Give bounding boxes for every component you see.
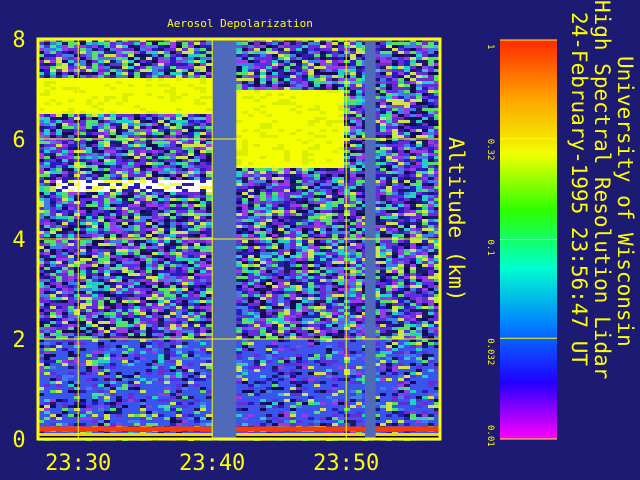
y-tick-label: 8 bbox=[12, 28, 25, 53]
chart-title: Aerosol Depolarization bbox=[167, 17, 313, 30]
y-tick-label: 0 bbox=[12, 428, 25, 453]
colorbar-tick-label: 0.1 bbox=[485, 240, 495, 256]
ground-return bbox=[38, 426, 440, 432]
y-tick-label: 2 bbox=[12, 328, 25, 353]
y-axis-label: Altitude (km) bbox=[444, 137, 468, 302]
x-tick-label: 23:30 bbox=[45, 451, 111, 476]
header-institution: University of Wisconsin bbox=[613, 56, 637, 347]
y-tick-label: 4 bbox=[12, 228, 25, 253]
x-tick-label: 23:50 bbox=[313, 451, 379, 476]
depolarization-heatmap bbox=[38, 39, 440, 441]
depolarization-figure: Aerosol Depolarization 02468 23:30 23:40 2… bbox=[12, 17, 557, 476]
x-tick-label: 23:40 bbox=[179, 451, 245, 476]
y-tick-label: 6 bbox=[12, 128, 25, 153]
colorbar: 1 0.32 0.1 0.032 0.01 bbox=[485, 39, 557, 447]
colorbar-tick-label: 0.032 bbox=[485, 338, 495, 365]
y-axis-ticks: 0 2 4 6 8 bbox=[12, 28, 25, 453]
x-axis-ticks: 23:30 23:40 23:50 bbox=[45, 451, 379, 476]
header-timestamp: 24-February-1995 23:56:47 UT bbox=[567, 12, 591, 367]
colorbar-tick-label: 0.32 bbox=[485, 139, 495, 161]
colorbar-tick-label: 1 bbox=[485, 44, 495, 49]
colorbar-tick-label: 0.01 bbox=[485, 425, 495, 447]
header-instrument: High Spectral Resolution Lidar bbox=[590, 0, 614, 380]
